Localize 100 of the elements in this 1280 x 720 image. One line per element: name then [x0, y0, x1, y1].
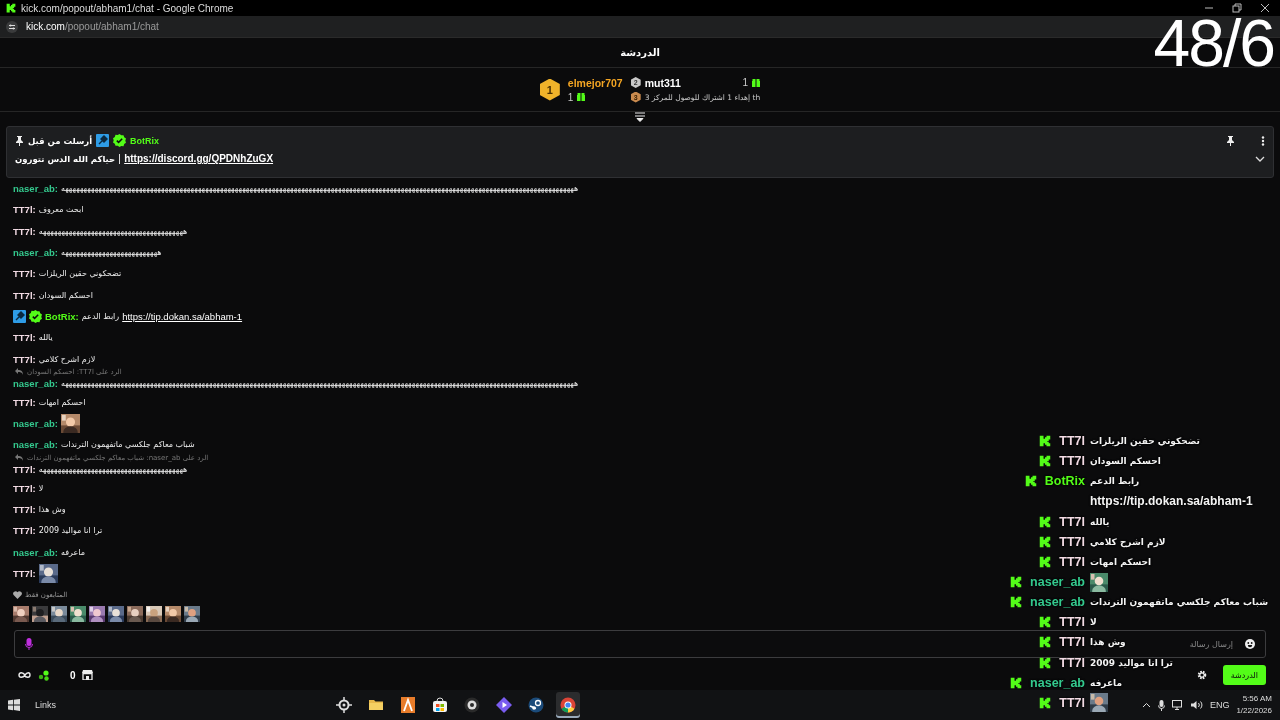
username: TT7l	[1059, 534, 1085, 549]
message-text: لا	[1090, 617, 1097, 628]
reply-icon	[15, 368, 23, 376]
gift-icon	[577, 93, 586, 101]
heart-icon	[13, 591, 22, 600]
username: naser_ab:	[13, 183, 58, 195]
gift-count: 1	[742, 77, 749, 88]
username: TT7l:	[13, 396, 36, 408]
toolbar-label[interactable]: Links	[35, 700, 56, 710]
message-text: هههههههههههههههههههههههههههههههههههههههه	[38, 465, 188, 475]
pin-icon	[15, 135, 24, 146]
logo-icon	[1039, 696, 1052, 709]
message-text: يالله	[38, 333, 53, 343]
browser-icon[interactable]	[560, 697, 576, 713]
logo-icon	[1010, 576, 1023, 589]
logo-icon	[1039, 656, 1052, 669]
logo-icon	[1039, 515, 1052, 528]
username: naser_ab	[1030, 575, 1085, 590]
restore-icon[interactable]	[1232, 3, 1242, 13]
microphone-icon[interactable]	[1157, 699, 1165, 711]
username: naser_ab:	[13, 378, 58, 390]
username: TT7l	[1059, 695, 1085, 710]
username: TT7l:	[13, 504, 36, 515]
message-text: شباب معاكم جلكسي ماتفهمون الترندات	[1090, 597, 1268, 608]
emoji-icon[interactable]	[1245, 639, 1255, 649]
more-icon[interactable]	[1261, 135, 1265, 146]
send-button[interactable]: الدردشة	[1222, 665, 1266, 685]
username: TT7l:	[13, 332, 36, 344]
infinity-icon[interactable]	[18, 671, 32, 679]
rank-badge: 1	[539, 78, 560, 101]
gift-icon	[752, 78, 761, 87]
url-field[interactable]: kick.com/popout/abham1/chat	[26, 21, 159, 32]
logo-icon	[1039, 616, 1052, 629]
message-text: لا	[38, 483, 44, 493]
username: naser_ab	[1030, 675, 1085, 690]
username: naser_ab:	[13, 247, 58, 259]
message-text: ماعرفه	[1090, 677, 1123, 688]
collapse-icon[interactable]	[634, 112, 646, 122]
message-text: ابحث معروف	[38, 205, 84, 215]
language-indicator[interactable]: ENG	[1209, 700, 1230, 710]
username: TT7l	[1059, 514, 1085, 529]
username: naser_ab	[1030, 595, 1085, 610]
pinned-text: حياكم الله الدس تتورون	[15, 153, 116, 164]
volume-icon[interactable]	[1190, 700, 1203, 710]
app-icon[interactable]	[400, 697, 416, 713]
username: elmejor707	[567, 76, 623, 89]
message-text: لازم اشرح كلامي	[38, 354, 96, 364]
site-icon	[6, 3, 16, 13]
username: TT7l	[1059, 454, 1085, 469]
chat-title: الدردشة	[620, 47, 660, 58]
username: TT7l:	[13, 567, 36, 579]
message-text: هههههههههههههههههههههههههههههههههههههههههههههههههههههههههههههههههههههههههههههههههههههههههههههههههههههههههههههههههههههههههههههههههههههههههههه	[60, 184, 579, 194]
message-text: ماعرفه	[60, 547, 85, 557]
clock-date: 1/22/2026	[1236, 705, 1272, 717]
logo-icon	[1010, 596, 1023, 609]
play-icon[interactable]	[496, 697, 512, 713]
chevron-up-icon[interactable]	[1141, 702, 1151, 708]
pin-icon[interactable]	[1226, 135, 1235, 146]
logo-icon	[1024, 475, 1037, 488]
logo-icon	[1039, 535, 1052, 548]
username: BotRix	[130, 135, 160, 146]
logo-icon	[1039, 636, 1052, 649]
points-count: 0	[70, 669, 76, 681]
target-icon[interactable]	[336, 697, 352, 713]
logo-icon	[1010, 676, 1023, 689]
message-text: ترا انا مواليد 2009	[38, 526, 103, 536]
folder-icon[interactable]	[368, 697, 384, 713]
username: TT7l:	[13, 268, 36, 280]
steam-icon[interactable]	[528, 697, 544, 713]
site-settings-icon[interactable]	[6, 20, 18, 33]
points-icon[interactable]	[38, 669, 50, 681]
message-text: رابط الدعم	[81, 311, 120, 321]
username: TT7l	[1059, 655, 1085, 670]
start-icon[interactable]	[8, 699, 20, 711]
username: naser_ab:	[13, 418, 58, 430]
username: TT7l:	[13, 464, 36, 476]
link[interactable]: https://tip.dokan.sa/abham-1	[1090, 494, 1253, 509]
store-icon[interactable]	[432, 697, 448, 713]
link[interactable]: https://tip.dokan.sa/abham-1	[122, 310, 243, 322]
chevron-down-icon[interactable]	[1255, 154, 1265, 163]
clock-time: 5:56 AM	[1242, 693, 1272, 705]
network-icon[interactable]	[1171, 700, 1184, 710]
window-title: kick.com/popout/abham1/chat - Google Chrome	[21, 2, 234, 14]
username: naser_ab:	[13, 439, 58, 451]
badge-icon[interactable]	[464, 697, 480, 713]
store-icon[interactable]	[81, 670, 93, 680]
message-text: احسكم السودان	[38, 290, 93, 300]
message-text: ترا انا مواليد 2009	[1090, 657, 1173, 668]
username: TT7l:	[13, 525, 36, 537]
close-icon[interactable]	[1260, 3, 1270, 13]
link[interactable]: https://discord.gg/QPDNhZuGX	[124, 153, 274, 164]
gift-count: 1	[567, 91, 574, 103]
logo-icon	[1039, 435, 1052, 448]
message-text: احسكم امهات	[1090, 556, 1152, 567]
moderator-icon	[96, 134, 110, 147]
username: mut311	[644, 76, 681, 89]
username: TT7l:	[13, 225, 36, 237]
username: BotRix:	[45, 310, 79, 322]
viewer-counter: 48/6	[1153, 17, 1274, 69]
settings-icon[interactable]	[1196, 670, 1207, 680]
